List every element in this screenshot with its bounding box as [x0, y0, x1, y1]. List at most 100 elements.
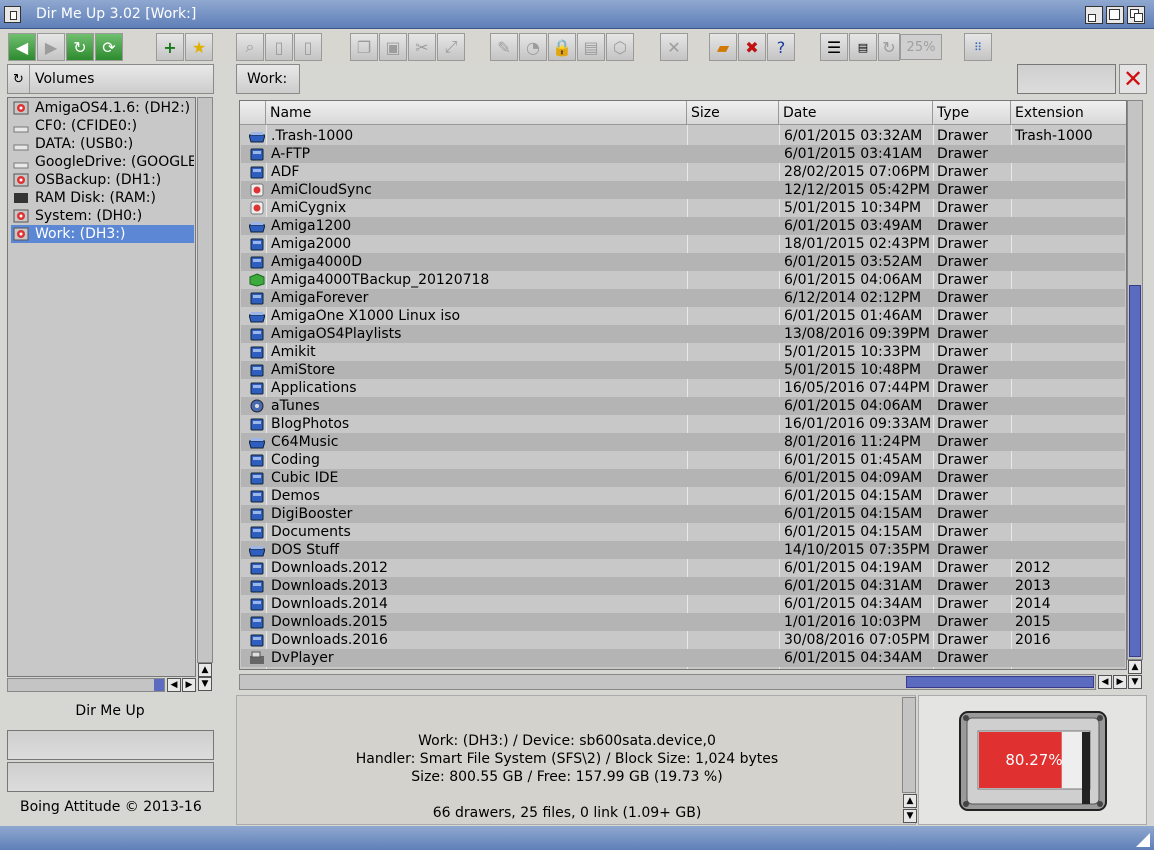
table-row[interactable]: Amikit 5/01/2015 10:33PM Drawer: [241, 343, 1125, 361]
archive-icon[interactable]: ▤: [577, 33, 605, 61]
window-close-icon[interactable]: [4, 6, 21, 23]
window-titlebar[interactable]: Dir Me Up 3.02 [Work:]: [0, 0, 1154, 29]
table-row[interactable]: Downloads.2015 1/01/2016 10:03PM Drawer 201…: [241, 613, 1125, 631]
scroll-right-icon[interactable]: ▶: [1113, 675, 1127, 689]
copy-icon[interactable]: ❐: [350, 33, 378, 61]
rename-icon[interactable]: ✎: [490, 33, 518, 61]
scroll-down-icon[interactable]: ▼: [1128, 675, 1142, 689]
favorite-star-icon[interactable]: ★: [185, 33, 213, 61]
scroll-left-icon[interactable]: ◀: [1098, 675, 1112, 689]
unmount-icon[interactable]: ✖: [738, 33, 766, 61]
column-header-name[interactable]: Name: [266, 101, 687, 125]
comment-icon[interactable]: ◔: [519, 33, 547, 61]
delete-icon[interactable]: ✕: [660, 33, 688, 61]
table-row[interactable]: Coding 6/01/2015 01:45AM Drawer: [241, 451, 1125, 469]
volume-list[interactable]: AmigaOS4.1.6: (DH2:) CF0: (CFIDE0:) DATA: …: [7, 97, 196, 677]
open-drawer-icon[interactable]: ▰: [709, 33, 737, 61]
current-path[interactable]: Work:: [236, 64, 300, 94]
scroll-down-icon[interactable]: ▼: [198, 677, 212, 691]
table-row[interactable]: AmiCloudSync 12/12/2015 05:42PM Drawer: [241, 181, 1125, 199]
filter-input[interactable]: [1017, 64, 1116, 94]
file-list-scrollbar[interactable]: [1127, 100, 1143, 660]
scroll-up-icon[interactable]: ▲: [1128, 660, 1142, 674]
table-row[interactable]: .Trash-1000 6/01/2015 03:32AM Drawer Trash-…: [241, 127, 1125, 145]
close-filter-icon[interactable]: ✕: [1119, 64, 1147, 94]
shield-icon[interactable]: ⬡: [606, 33, 634, 61]
table-row[interactable]: ADF 28/02/2015 07:06PM Drawer: [241, 163, 1125, 181]
settings-icon[interactable]: ⠿: [964, 33, 992, 61]
volume-list-scrollbar[interactable]: [197, 97, 213, 663]
volume-item[interactable]: AmigaOS4.1.6: (DH2:): [11, 99, 194, 117]
table-row[interactable]: Documents 6/01/2015 04:15AM Drawer: [241, 523, 1125, 541]
table-row[interactable]: Downloads.2014 6/01/2015 04:34AM Drawer 201…: [241, 595, 1125, 613]
table-row[interactable]: DvPlayer 6/01/2015 04:34AM Drawer: [241, 649, 1125, 667]
table-row[interactable]: Applications 16/05/2016 07:44PM Drawer: [241, 379, 1125, 397]
file-icon[interactable]: ▯: [265, 33, 293, 61]
refresh-icon[interactable]: ↻: [66, 33, 94, 61]
table-row[interactable]: aTunes 6/01/2015 04:06AM Drawer: [241, 397, 1125, 415]
table-row[interactable]: C64Music 8/01/2016 11:24PM Drawer: [241, 433, 1125, 451]
scroll-down-icon[interactable]: ▼: [903, 809, 917, 823]
column-header-extension[interactable]: Extension: [1011, 101, 1126, 125]
volumes-header[interactable]: ↻ Volumes: [7, 64, 214, 94]
protect-lock-icon[interactable]: 🔒: [548, 33, 576, 61]
icon-column-header[interactable]: [240, 101, 266, 125]
volume-item[interactable]: GoogleDrive: (GOOGLE: [11, 153, 194, 171]
volume-item[interactable]: CF0: (CFIDE0:): [11, 117, 194, 135]
scroll-up-icon[interactable]: ▲: [198, 663, 212, 677]
volume-item[interactable]: DATA: (USB0:): [11, 135, 194, 153]
move-icon[interactable]: ⤢: [437, 33, 465, 61]
table-row[interactable]: Amiga1200 6/01/2015 03:49AM Drawer: [241, 217, 1125, 235]
search-icon[interactable]: ⌕: [236, 33, 264, 61]
table-row[interactable]: AmigaOS4Playlists 13/08/2016 09:39PM Drawe…: [241, 325, 1125, 343]
volume-item[interactable]: RAM Disk: (RAM:): [11, 189, 194, 207]
file-list[interactable]: Name Size Date Type Extension .Trash-100…: [239, 100, 1127, 670]
sync-icon[interactable]: ⟳: [95, 33, 123, 61]
column-header-type[interactable]: Type: [933, 101, 1011, 125]
paste-icon[interactable]: ▣: [379, 33, 407, 61]
volume-item[interactable]: OSBackup: (DH1:): [11, 171, 194, 189]
table-row[interactable]: Amiga4000TBackup_20120718 6/01/2015 04:06…: [241, 271, 1125, 289]
info-scrollbar[interactable]: [902, 697, 916, 793]
list-view-icon[interactable]: ☰: [820, 33, 848, 61]
table-row[interactable]: Amiga4000D 6/01/2015 03:52AM Drawer: [241, 253, 1125, 271]
new-file-icon[interactable]: ▯: [294, 33, 322, 61]
table-row[interactable]: DigiBooster 6/01/2015 04:15AM Drawer: [241, 505, 1125, 523]
refresh-volumes-icon[interactable]: ↻: [8, 65, 30, 93]
table-row[interactable]: AmiCygnix 5/01/2015 10:34PM Drawer: [241, 199, 1125, 217]
volume-item[interactable]: System: (DH0:): [11, 207, 194, 225]
document-icon[interactable]: ▤: [849, 33, 877, 61]
table-row[interactable]: BlogPhotos 16/01/2016 09:33AM Drawer: [241, 415, 1125, 433]
scroll-up-icon[interactable]: ▲: [903, 794, 917, 808]
table-row[interactable]: Cubic IDE 6/01/2015 04:09AM Drawer: [241, 469, 1125, 487]
resize-handle-icon[interactable]: [1136, 833, 1150, 847]
column-header-date[interactable]: Date: [779, 101, 933, 125]
scroll-right-icon[interactable]: ▶: [182, 678, 196, 692]
scroll-thumb[interactable]: [906, 676, 1094, 688]
command-field[interactable]: [7, 730, 214, 760]
table-row[interactable]: DOS Stuff 14/10/2015 07:35PM Drawer: [241, 541, 1125, 559]
table-row[interactable]: Downloads.2012 6/01/2015 04:19AM Drawer 201…: [241, 559, 1125, 577]
command-field-2[interactable]: [7, 762, 214, 792]
table-row[interactable]: AmigaOne X1000 Linux iso 6/01/2015 01:46A…: [241, 307, 1125, 325]
add-bookmark-icon[interactable]: +: [156, 33, 184, 61]
info-icon[interactable]: ?: [767, 33, 795, 61]
table-row[interactable]: A-FTP 6/01/2015 03:41AM Drawer: [241, 145, 1125, 163]
zoom-icon[interactable]: [1106, 6, 1124, 24]
iconify-icon[interactable]: [1085, 6, 1103, 24]
forward-arrow-icon[interactable]: ▶: [37, 33, 65, 61]
table-row[interactable]: Downloads.2016 30/08/2016 07:05PM Drawer 20…: [241, 631, 1125, 649]
back-arrow-icon[interactable]: ◀: [8, 33, 36, 61]
file-list-hscrollbar[interactable]: [239, 674, 1096, 690]
cut-icon[interactable]: ✂: [408, 33, 436, 61]
table-row[interactable]: Downloads.2013 6/01/2015 04:31AM Drawer 201…: [241, 577, 1125, 595]
table-row[interactable]: Demos 6/01/2015 04:15AM Drawer: [241, 487, 1125, 505]
table-row[interactable]: AmiStore 5/01/2015 10:48PM Drawer: [241, 361, 1125, 379]
volume-list-hscrollbar[interactable]: [7, 678, 165, 692]
table-row[interactable]: Amiga2000 18/01/2015 02:43PM Drawer: [241, 235, 1125, 253]
reload-icon[interactable]: ↻: [878, 33, 900, 61]
table-row[interactable]: AmigaForever 6/12/2014 02:12PM Drawer: [241, 289, 1125, 307]
scroll-thumb[interactable]: [154, 679, 164, 691]
scroll-left-icon[interactable]: ◀: [167, 678, 181, 692]
depth-icon[interactable]: [1127, 6, 1145, 24]
